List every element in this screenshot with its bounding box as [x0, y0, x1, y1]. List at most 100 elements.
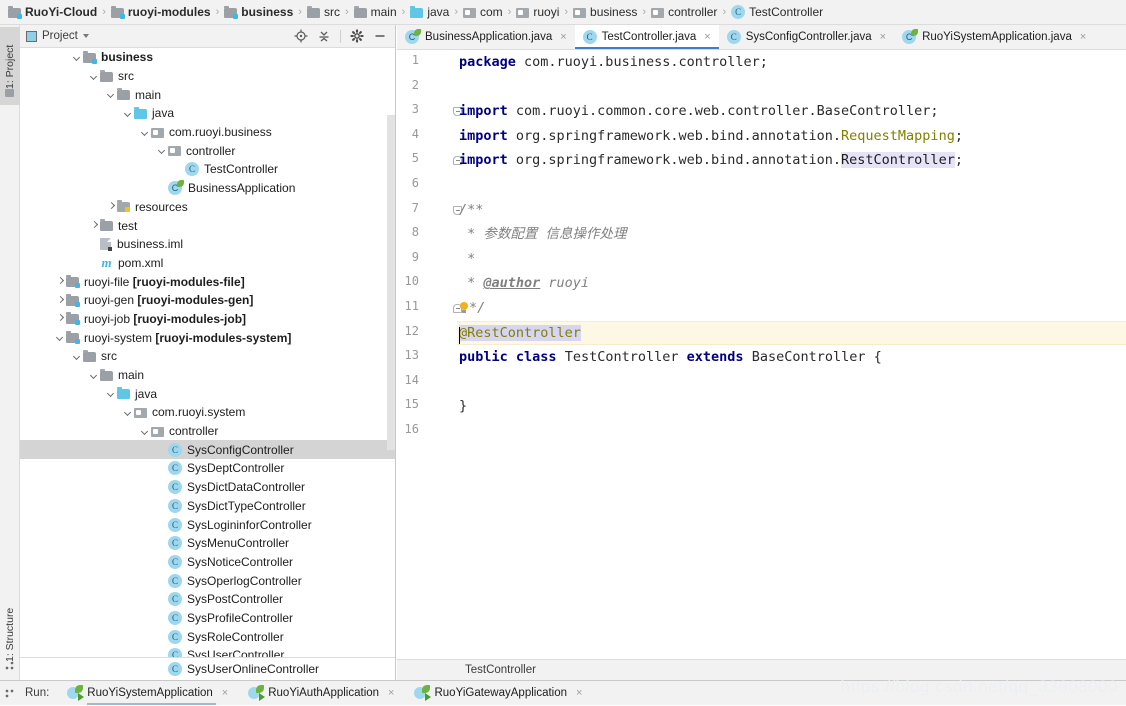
chevron-right-icon[interactable] — [55, 313, 66, 324]
tree-item[interactable]: C SysDeptController — [20, 459, 395, 478]
close-icon[interactable]: × — [222, 687, 228, 699]
tree-item[interactable]: com.ruoyi.system — [20, 403, 395, 422]
tree-item[interactable]: main — [20, 366, 395, 385]
tree-item[interactable]: C SysPostController — [20, 590, 395, 609]
tree-item[interactable]: C SysMenuController — [20, 534, 395, 553]
tree-item[interactable]: controller — [20, 141, 395, 160]
tree-item[interactable]: com.ruoyi.business — [20, 123, 395, 142]
breadcrumb-separator: › — [102, 6, 106, 18]
close-icon[interactable]: × — [880, 31, 886, 43]
chevron-right-icon[interactable] — [55, 276, 66, 287]
tree-item[interactable]: resources — [20, 198, 395, 217]
semicolon: ; — [954, 127, 963, 144]
module-icon — [66, 293, 80, 307]
chevron-down-icon[interactable] — [106, 89, 117, 100]
chevron-down-icon[interactable] — [72, 351, 83, 362]
intention-bulb-icon[interactable] — [459, 302, 469, 313]
project-tree[interactable]: business src main java com.ruoyi.business con… — [20, 48, 395, 680]
breadcrumb-item-testcontroller[interactable]: C TestController — [729, 0, 825, 25]
chevron-down-icon[interactable] — [89, 71, 100, 82]
minimize-icon[interactable] — [373, 29, 387, 43]
run-tab-ruoyiauthapplication[interactable]: RuoYiAuthApplication × — [246, 681, 396, 706]
breadcrumb-separator: › — [507, 6, 512, 18]
chevron-right-icon[interactable] — [55, 295, 66, 306]
chevron-down-icon[interactable] — [89, 370, 100, 381]
breadcrumb-item-java[interactable]: java — [408, 0, 451, 25]
tree-item[interactable]: business.iml — [20, 235, 395, 254]
tree-item[interactable]: C SysOperlogController — [20, 571, 395, 590]
editor-tab-testcontroller[interactable]: C TestController.java × — [574, 25, 719, 49]
collapse-all-icon[interactable] — [317, 29, 331, 43]
close-icon[interactable]: × — [560, 31, 566, 43]
folder-icon — [306, 5, 320, 18]
chevron-down-icon[interactable] — [140, 426, 151, 437]
chevron-right-icon[interactable] — [89, 220, 100, 231]
tree-item[interactable]: ruoyi-file [ruoyi-modules-file] — [20, 272, 395, 291]
tree-item[interactable]: C SysConfigController — [20, 440, 395, 460]
tree-item[interactable]: C SysProfileController — [20, 609, 395, 628]
code-editor[interactable]: 1 2 3 4 5 6 7 8 9 10 11 12 13 14 15 16 package com.ruoy… — [397, 50, 1126, 660]
breadcrumb-item-business[interactable]: business — [571, 0, 639, 25]
breadcrumb-item-com[interactable]: com — [461, 0, 505, 25]
folder-icon — [117, 88, 130, 101]
tree-item[interactable]: ruoyi-job [ruoyi-modules-job] — [20, 310, 395, 329]
folder-icon — [353, 5, 367, 18]
breadcrumb-item-ruoyi[interactable]: ruoyi — [514, 0, 561, 25]
tree-item[interactable]: controller — [20, 422, 395, 441]
tree-item[interactable]: C SysLogininforController — [20, 515, 395, 534]
tool-window-button-project[interactable]: 1: Project — [0, 27, 20, 105]
project-tree-scrollbar[interactable] — [387, 115, 395, 450]
tree-item[interactable]: m pom.xml — [20, 254, 395, 273]
chevron-down-icon[interactable] — [82, 34, 89, 38]
editor-tab-sysconfigcontroller[interactable]: C SysConfigController.java × — [719, 25, 894, 49]
chevron-down-icon[interactable] — [140, 127, 151, 138]
chevron-down-icon[interactable] — [123, 407, 134, 418]
project-panel-title[interactable]: Project — [26, 30, 89, 42]
breadcrumb-item-ruoyi-modules[interactable]: ruoyi-modules — [109, 0, 213, 25]
editor-tab-businessapplication[interactable]: C BusinessApplication.java × — [397, 25, 575, 49]
tree-item[interactable]: java — [20, 104, 395, 123]
tree-item[interactable]: test — [20, 216, 395, 235]
tree-item[interactable]: C SysNoticeController — [20, 553, 395, 572]
tree-item[interactable]: ruoyi-gen [ruoyi-modules-gen] — [20, 291, 395, 310]
tree-item[interactable]: C TestController — [20, 160, 395, 179]
tree-item[interactable]: main — [20, 85, 395, 104]
breadcrumb-item-main[interactable]: main — [352, 0, 399, 25]
chevron-down-icon[interactable] — [72, 52, 83, 63]
gear-icon[interactable] — [350, 29, 364, 43]
tree-item[interactable]: C SysRoleController — [20, 627, 395, 646]
editor-tab-ruoyisystemapplication[interactable]: C RuoYiSystemApplication.java × — [894, 25, 1094, 49]
breadcrumb-item-ruoyi-cloud[interactable]: RuoYi-Cloud — [6, 0, 99, 25]
chevron-down-icon[interactable] — [157, 145, 168, 156]
breadcrumb-item-controller[interactable]: controller — [649, 0, 719, 25]
chevron-right-icon[interactable] — [106, 201, 117, 212]
javadoc-author-value: ruoyi — [540, 275, 590, 292]
tree-item-label: src — [118, 69, 134, 84]
close-icon[interactable]: × — [388, 687, 394, 699]
tree-item[interactable]: C SysDictDataController — [20, 478, 395, 497]
locate-icon[interactable] — [294, 29, 308, 43]
run-tab-ruoyisystemapplication[interactable]: RuoYiSystemApplication × — [65, 681, 230, 706]
tree-item[interactable]: business — [20, 48, 395, 67]
chevron-down-icon[interactable] — [55, 332, 66, 343]
tree-item[interactable]: src — [20, 67, 395, 86]
close-icon[interactable]: × — [1080, 31, 1086, 43]
breadcrumb-item-label: ruoyi-modules — [127, 5, 211, 19]
chevron-down-icon[interactable] — [123, 108, 134, 119]
class-icon: C — [168, 554, 182, 569]
tree-item[interactable]: C BusinessApplication — [20, 179, 395, 198]
chevron-down-icon[interactable] — [106, 388, 117, 399]
breadcrumb-item-src[interactable]: src — [305, 0, 342, 25]
tool-window-button-structure[interactable]: 1: Structure — [0, 598, 20, 678]
tree-item[interactable]: java — [20, 384, 395, 403]
breadcrumb-item-business[interactable]: business — [222, 0, 295, 25]
close-icon[interactable]: × — [704, 31, 710, 43]
close-icon[interactable]: × — [576, 687, 582, 699]
run-tab-ruoyigatewayapplication[interactable]: RuoYiGatewayApplication × — [412, 681, 584, 706]
tree-item[interactable]: ruoyi-system [ruoyi-modules-system] — [20, 328, 395, 347]
tree-item-label: SysConfigController — [187, 442, 294, 457]
tree-item[interactable]: C SysDictTypeController — [20, 497, 395, 516]
spring-class-icon: C — [902, 29, 919, 44]
tree-item[interactable]: src — [20, 347, 395, 366]
tree-item-label: ruoyi-file [ruoyi-modules-file] — [84, 274, 245, 289]
